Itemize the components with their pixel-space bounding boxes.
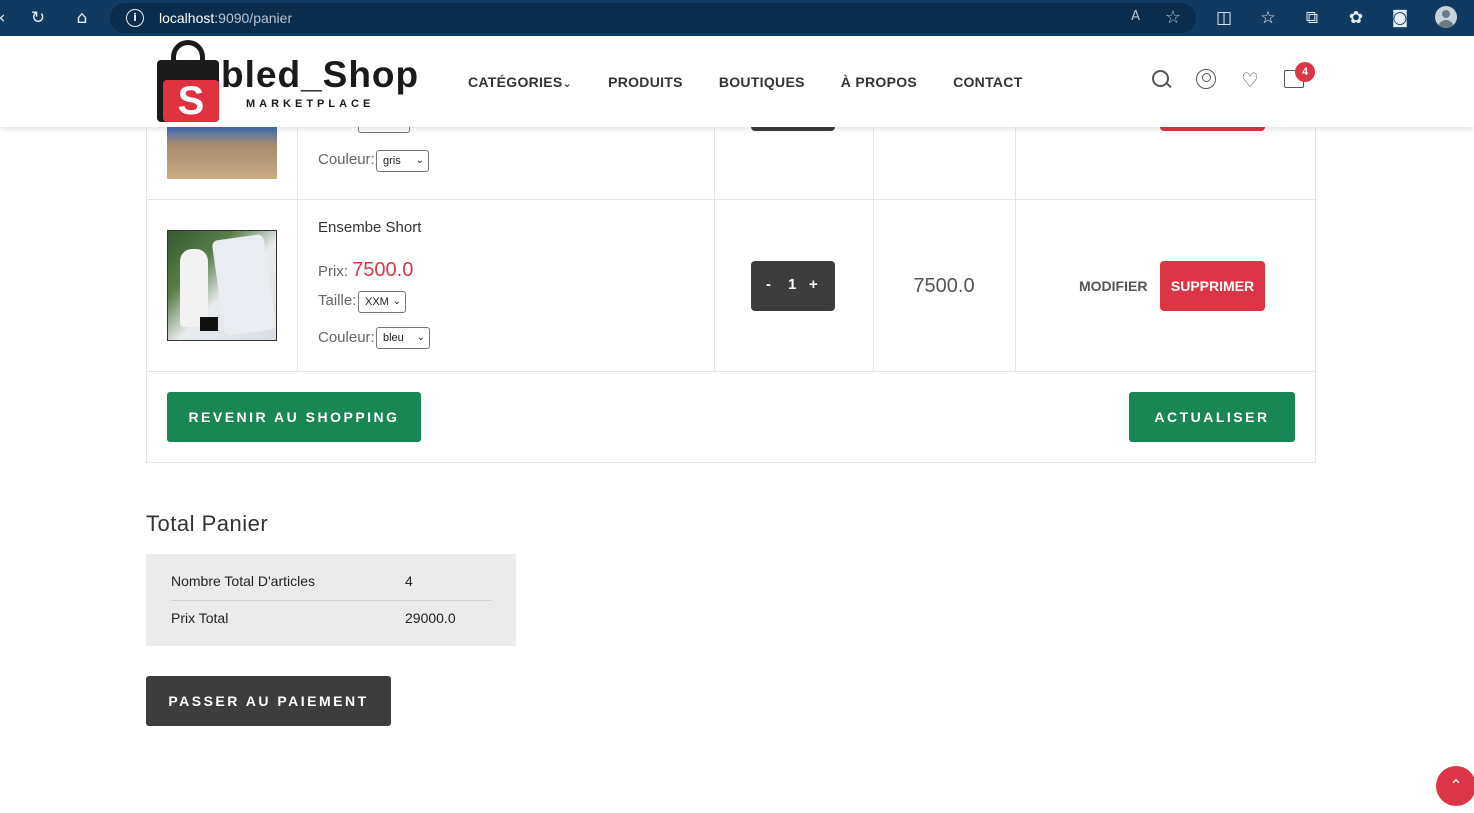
- prix-value: 7500.0: [352, 259, 414, 281]
- column-divider: [297, 127, 298, 371]
- couleur-select[interactable]: bleu ⌄: [376, 327, 430, 349]
- delete-button-partial[interactable]: [1160, 127, 1265, 131]
- total-price-label: Prix Total: [171, 610, 229, 626]
- nav-contact[interactable]: CONTACT: [953, 74, 1023, 90]
- extensions-icon[interactable]: ✿: [1346, 8, 1366, 28]
- cart-totals-title: Total Panier: [146, 511, 269, 536]
- row-divider: [147, 371, 1315, 372]
- url-path: :9090/panier: [214, 10, 293, 26]
- address-bar[interactable]: i localhost:9090/panier A ☆: [110, 3, 1196, 33]
- prix-label: Prix:: [318, 263, 348, 280]
- total-items-label: Nombre Total D'articles: [171, 573, 316, 589]
- edge-copilot-icon[interactable]: ◙: [1390, 8, 1410, 28]
- quantity-stepper-partial[interactable]: [751, 127, 835, 131]
- totals-divider: [171, 600, 491, 601]
- nav-a-propos[interactable]: À PROPOS: [841, 74, 917, 90]
- couleur-select[interactable]: gris ⌄: [376, 150, 429, 172]
- back-icon[interactable]: ‹: [0, 8, 12, 28]
- product-name[interactable]: Ensembe Short: [318, 219, 421, 236]
- qty-decrement-button[interactable]: -: [766, 276, 771, 293]
- line-total: 7500.0: [913, 275, 975, 297]
- cart-count-badge: 4: [1295, 62, 1315, 82]
- quantity-stepper[interactable]: - 1 +: [751, 261, 835, 311]
- chevron-up-icon: ⌃: [1449, 776, 1463, 795]
- brand-name: bled_Shop: [221, 54, 420, 95]
- heart-icon[interactable]: ♡: [1239, 69, 1261, 91]
- home-icon[interactable]: ⌂: [72, 8, 92, 28]
- user-icon[interactable]: [1196, 69, 1216, 89]
- product-image[interactable]: [167, 230, 277, 341]
- chevron-down-icon: ⌄: [392, 296, 401, 307]
- browser-toolbar: ‹ ↻ ⌂ i localhost:9090/panier A ☆ ◫ ☆ ⧉ …: [0, 0, 1474, 36]
- chevron-down-icon: ⌄: [416, 332, 425, 343]
- qty-increment-button[interactable]: +: [809, 276, 818, 293]
- continue-shopping-button[interactable]: REVENIR AU SHOPPING: [167, 392, 421, 442]
- url-host: localhost: [159, 10, 215, 26]
- column-divider: [1015, 127, 1016, 371]
- main-nav: CATÉGORIES⌄ PRODUITS BOUTIQUES À PROPOS …: [468, 74, 1023, 90]
- refresh-icon[interactable]: ↻: [28, 8, 48, 28]
- nav-categories-label: CATÉGORIES: [468, 74, 563, 90]
- url-text[interactable]: localhost:9090/panier: [159, 10, 292, 26]
- qty-value[interactable]: 1: [788, 276, 796, 293]
- split-screen-icon[interactable]: ◫: [1214, 8, 1234, 28]
- favorite-star-icon[interactable]: ☆: [1165, 7, 1181, 28]
- favorites-icon[interactable]: ☆: [1258, 8, 1278, 28]
- brand-tagline: MARKETPLACE: [246, 98, 375, 110]
- checkout-button[interactable]: PASSER AU PAIEMENT: [146, 676, 391, 726]
- profile-avatar[interactable]: [1435, 6, 1457, 28]
- chevron-down-icon: ⌄: [562, 77, 573, 90]
- taille-label: Taille:: [318, 292, 357, 309]
- product-image-tag: [200, 317, 218, 331]
- taille-select-partial[interactable]: [358, 127, 410, 133]
- prix-line: Prix: 7500.0: [318, 259, 413, 282]
- logo-s-mark: S: [163, 80, 219, 122]
- couleur-select-value: bleu: [383, 332, 404, 344]
- couleur-label: Couleur:: [318, 151, 375, 168]
- taille-select[interactable]: XXM ⌄: [358, 291, 406, 313]
- cart-totals-table: Nombre Total D'articles 4 Prix Total 290…: [146, 554, 516, 646]
- update-cart-button[interactable]: ACTUALISER: [1129, 392, 1295, 442]
- search-icon[interactable]: [1152, 70, 1172, 90]
- product-image-garment: [211, 233, 276, 337]
- product-image[interactable]: [167, 127, 277, 179]
- couleur-select-value: gris: [383, 155, 401, 167]
- cart-table: Couleur: gris ⌄ Ensembe Short Prix: 7500.…: [146, 127, 1316, 463]
- chevron-down-icon: ⌄: [415, 155, 424, 166]
- delete-button[interactable]: SUPPRIMER: [1160, 261, 1265, 311]
- scroll-to-top-button[interactable]: ⌃: [1436, 766, 1474, 806]
- taille-select-value: XXM: [365, 296, 389, 308]
- nav-boutiques[interactable]: BOUTIQUES: [719, 74, 805, 90]
- column-divider: [873, 127, 874, 371]
- nav-categories[interactable]: CATÉGORIES⌄: [468, 74, 572, 90]
- collections-icon[interactable]: ⧉: [1302, 8, 1322, 28]
- nav-produits[interactable]: PRODUITS: [608, 74, 683, 90]
- site-header: S bled_Shop MARKETPLACE CATÉGORIES⌄ PROD…: [0, 36, 1474, 127]
- column-divider: [714, 127, 715, 371]
- read-aloud-icon[interactable]: A: [1131, 9, 1140, 24]
- row-divider: [147, 199, 1315, 200]
- product-image-figure: [180, 249, 208, 327]
- couleur-label: Couleur:: [318, 329, 375, 346]
- total-price-value: 29000.0: [405, 610, 456, 626]
- site-logo[interactable]: S bled_Shop MARKETPLACE: [155, 40, 425, 126]
- total-items-value: 4: [405, 573, 413, 589]
- site-info-icon[interactable]: i: [126, 9, 144, 27]
- modify-button[interactable]: MODIFIER: [1079, 278, 1147, 294]
